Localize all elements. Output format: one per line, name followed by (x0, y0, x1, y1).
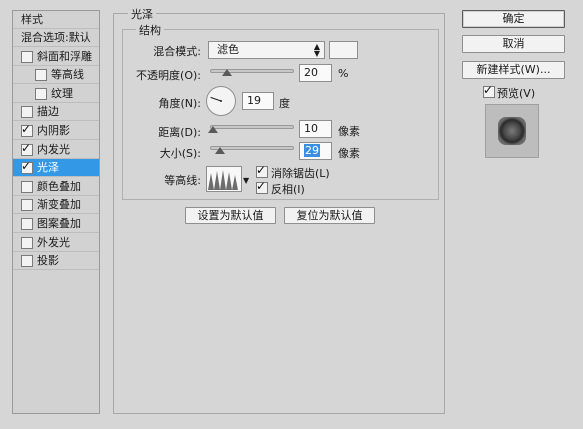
style-item-1[interactable]: 斜面和浮雕 (13, 48, 99, 66)
satin-color-swatch[interactable] (329, 41, 358, 59)
distance-unit: 像素 (338, 125, 360, 138)
size-unit: 像素 (338, 147, 360, 160)
style-item-label: 渐变叠加 (37, 198, 81, 211)
blend-mode-select[interactable]: 滤色 ▲ ▼ (208, 41, 325, 59)
distance-slider-thumb[interactable] (208, 126, 219, 133)
size-label: 大小(S): (159, 147, 201, 160)
style-item-checkbox[interactable]: ✓ (21, 141, 33, 156)
style-item-checkbox[interactable]: ✓ (21, 159, 33, 174)
set-as-default-button[interactable]: 设置为默认值 (185, 207, 276, 224)
checkmark-icon: ✓ (256, 179, 267, 193)
opacity-unit: % (338, 67, 349, 80)
style-item-checkbox[interactable] (21, 199, 33, 211)
style-item-5[interactable]: ✓ 内阴影 (13, 122, 99, 140)
anti-alias-label[interactable]: 消除锯齿(L) (271, 165, 330, 181)
style-item-10[interactable]: 图案叠加 (13, 215, 99, 233)
style-item-label: 光泽 (37, 161, 59, 174)
invert-checkbox[interactable]: ✓ (256, 179, 268, 194)
style-item-label: 外发光 (37, 236, 70, 249)
style-item-4[interactable]: 描边 (13, 103, 99, 121)
size-slider-thumb[interactable] (215, 147, 226, 154)
style-item-2[interactable]: 等高线 (13, 66, 99, 84)
style-item-checkbox[interactable] (21, 255, 33, 267)
anti-alias-checkbox[interactable]: ✓ (256, 163, 268, 178)
style-item-label: 斜面和浮雕 (37, 50, 92, 63)
contour-label: 等高线: (164, 174, 201, 187)
style-preview-swatch (498, 117, 526, 145)
style-item-label: 等高线 (51, 68, 84, 81)
reset-to-default-button[interactable]: 复位为默认值 (284, 207, 375, 224)
angle-unit: 度 (279, 97, 290, 110)
chevron-updown-icon: ▲ ▼ (313, 42, 320, 58)
style-item-label: 投影 (37, 254, 59, 267)
style-item-label: 纹理 (51, 87, 73, 100)
style-item-0[interactable]: 混合选项:默认 (13, 29, 99, 47)
style-item-11[interactable]: 外发光 (13, 234, 99, 252)
style-item-checkbox[interactable] (35, 88, 47, 100)
style-item-label: 颜色叠加 (37, 180, 81, 193)
angle-dial-icon[interactable] (206, 86, 236, 116)
style-item-6[interactable]: ✓ 内发光 (13, 141, 99, 159)
ok-button[interactable]: 确定 (462, 10, 565, 28)
angle-label: 角度(N): (158, 97, 201, 110)
cancel-button[interactable]: 取消 (462, 35, 565, 53)
style-item-checkbox[interactable] (21, 218, 33, 230)
style-item-7[interactable]: ✓ 光泽 (13, 159, 99, 177)
preview-label[interactable]: 预览(V) (497, 85, 535, 101)
checkmark-icon: ✓ (21, 141, 32, 155)
style-item-3[interactable]: 纹理 (13, 85, 99, 103)
checkmark-icon: ✓ (21, 122, 32, 136)
style-item-label: 内发光 (37, 143, 70, 156)
style-item-checkbox[interactable] (21, 51, 33, 63)
style-item-8[interactable]: 颜色叠加 (13, 178, 99, 196)
checkmark-icon: ✓ (21, 159, 32, 173)
style-preview-thumbnail (485, 104, 539, 158)
structure-title: 结构 (136, 22, 164, 38)
satin-title: 光泽 (128, 6, 156, 22)
size-input[interactable]: 29 (299, 142, 332, 160)
checkmark-icon: ✓ (256, 163, 267, 177)
distance-input[interactable]: 10 (299, 120, 332, 138)
preview-checkbox[interactable]: ✓ (483, 83, 495, 98)
style-item-checkbox[interactable] (21, 181, 33, 193)
styles-list-header: 样式 (13, 11, 99, 29)
angle-input[interactable]: 19 (242, 92, 274, 110)
new-style-button[interactable]: 新建样式(W)... (462, 61, 565, 79)
style-item-checkbox[interactable] (21, 237, 33, 249)
contour-dropdown-icon[interactable]: ▼ (243, 176, 249, 185)
opacity-input[interactable]: 20 (299, 64, 332, 82)
opacity-label: 不透明度(O): (136, 69, 201, 82)
style-item-label: 混合选项:默认 (21, 31, 91, 44)
contour-curve-graph (208, 170, 238, 190)
blend-mode-value: 滤色 (217, 43, 239, 56)
style-item-label: 内阴影 (37, 124, 70, 137)
style-item-checkbox[interactable] (35, 69, 47, 81)
contour-curve-icon[interactable] (206, 166, 242, 192)
style-item-9[interactable]: 渐变叠加 (13, 196, 99, 214)
style-item-checkbox[interactable]: ✓ (21, 122, 33, 137)
style-item-label: 图案叠加 (37, 217, 81, 230)
styles-list-panel: 样式 混合选项:默认斜面和浮雕等高线纹理描边 ✓ 内阴影 ✓ 内发光 ✓ 光泽颜色叠加渐变叠… (12, 10, 100, 414)
angle-dial-needle (210, 96, 222, 102)
distance-slider-track[interactable] (210, 125, 294, 129)
invert-label[interactable]: 反相(I) (271, 181, 305, 197)
checkmark-icon: ✓ (483, 83, 494, 97)
opacity-slider-thumb[interactable] (221, 69, 232, 76)
style-item-checkbox[interactable] (21, 106, 33, 118)
style-item-12[interactable]: 投影 (13, 252, 99, 270)
style-item-label: 描边 (37, 105, 59, 118)
blend-mode-label: 混合模式: (153, 45, 201, 58)
distance-label: 距离(D): (158, 126, 201, 139)
